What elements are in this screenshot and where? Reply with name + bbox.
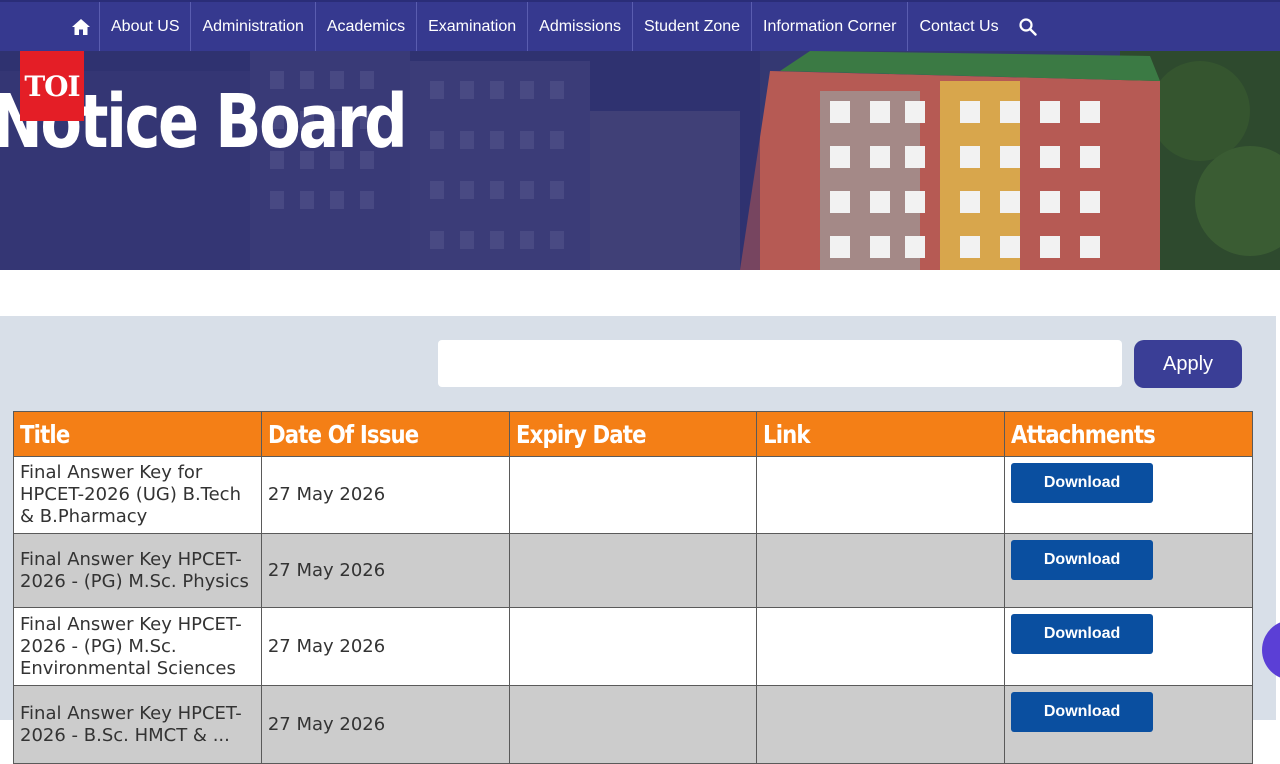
search-input[interactable]	[438, 340, 1122, 387]
notice-title: Final Answer Key HPCET-2026 - (PG) M.Sc.…	[13, 607, 262, 686]
download-button[interactable]: Download	[1011, 614, 1154, 654]
notice-expiry	[508, 607, 758, 686]
table-row: Final Answer Key HPCET-2026 - (PG) M.Sc.…	[13, 607, 1253, 686]
notice-expiry	[508, 685, 758, 764]
notice-content-area: Apply Title Date Of Issue Expiry Date Li…	[0, 316, 1276, 764]
nav-admissions[interactable]: Admissions	[528, 2, 633, 51]
download-button[interactable]: Download	[1011, 540, 1154, 580]
notice-date: 27 May 2026	[260, 456, 510, 534]
top-navbar: About US Administration Academics Examin…	[0, 0, 1280, 51]
nav-administration[interactable]: Administration	[191, 2, 316, 51]
home-icon	[71, 18, 90, 35]
nav-student-zone[interactable]: Student Zone	[633, 2, 753, 51]
notice-link	[756, 685, 1006, 764]
notice-attachment-cell: Download	[1004, 533, 1253, 608]
header-date-of-issue: Date Of Issue	[260, 411, 510, 457]
table-row: Final Answer Key HPCET-2026 - (PG) M.Sc.…	[13, 533, 1253, 608]
hero-banner: Notice Board	[0, 51, 1280, 270]
toi-logo: TOI	[20, 51, 84, 121]
nav-menu: About US Administration Academics Examin…	[62, 2, 1046, 51]
notice-date: 27 May 2026	[260, 607, 510, 686]
notice-date: 27 May 2026	[260, 685, 510, 764]
notice-attachment-cell: Download	[1004, 685, 1253, 764]
notice-title: Final Answer Key HPCET-2026 - (PG) M.Sc.…	[13, 533, 262, 608]
notice-attachment-cell: Download	[1004, 607, 1253, 686]
download-button[interactable]: Download	[1011, 692, 1154, 732]
search-button[interactable]	[1010, 2, 1046, 51]
notice-date: 27 May 2026	[260, 533, 510, 608]
notice-expiry	[508, 533, 758, 608]
nav-examination[interactable]: Examination	[417, 2, 529, 51]
table-row: Final Answer Key for HPCET-2026 (UG) B.T…	[13, 456, 1253, 534]
header-attachments: Attachments	[1004, 411, 1253, 457]
search-icon	[1018, 17, 1037, 36]
notice-link	[756, 456, 1006, 534]
nav-contact-us[interactable]: Contact Us	[908, 2, 1009, 51]
table-header-row: Title Date Of Issue Expiry Date Link Att…	[13, 411, 1253, 457]
notice-title: Final Answer Key HPCET-2026 - B.Sc. HMCT…	[13, 685, 262, 764]
notice-link	[756, 533, 1006, 608]
nav-information-corner[interactable]: Information Corner	[752, 2, 909, 51]
header-link: Link	[756, 411, 1006, 457]
header-title: Title	[13, 411, 262, 457]
download-button[interactable]: Download	[1011, 463, 1154, 503]
header-expiry-date: Expiry Date	[508, 411, 758, 457]
notice-table: Title Date Of Issue Expiry Date Link Att…	[13, 411, 1253, 764]
nav-academics[interactable]: Academics	[316, 2, 418, 51]
notice-expiry	[508, 456, 758, 534]
notice-link	[756, 607, 1006, 686]
table-row: Final Answer Key HPCET-2026 - B.Sc. HMCT…	[13, 685, 1253, 764]
nav-about-us[interactable]: About US	[100, 2, 192, 51]
spacer-band	[0, 270, 1280, 316]
home-button[interactable]	[62, 2, 100, 51]
notice-attachment-cell: Download	[1004, 456, 1253, 534]
notice-title: Final Answer Key for HPCET-2026 (UG) B.T…	[13, 456, 262, 534]
apply-button[interactable]: Apply	[1134, 340, 1242, 388]
